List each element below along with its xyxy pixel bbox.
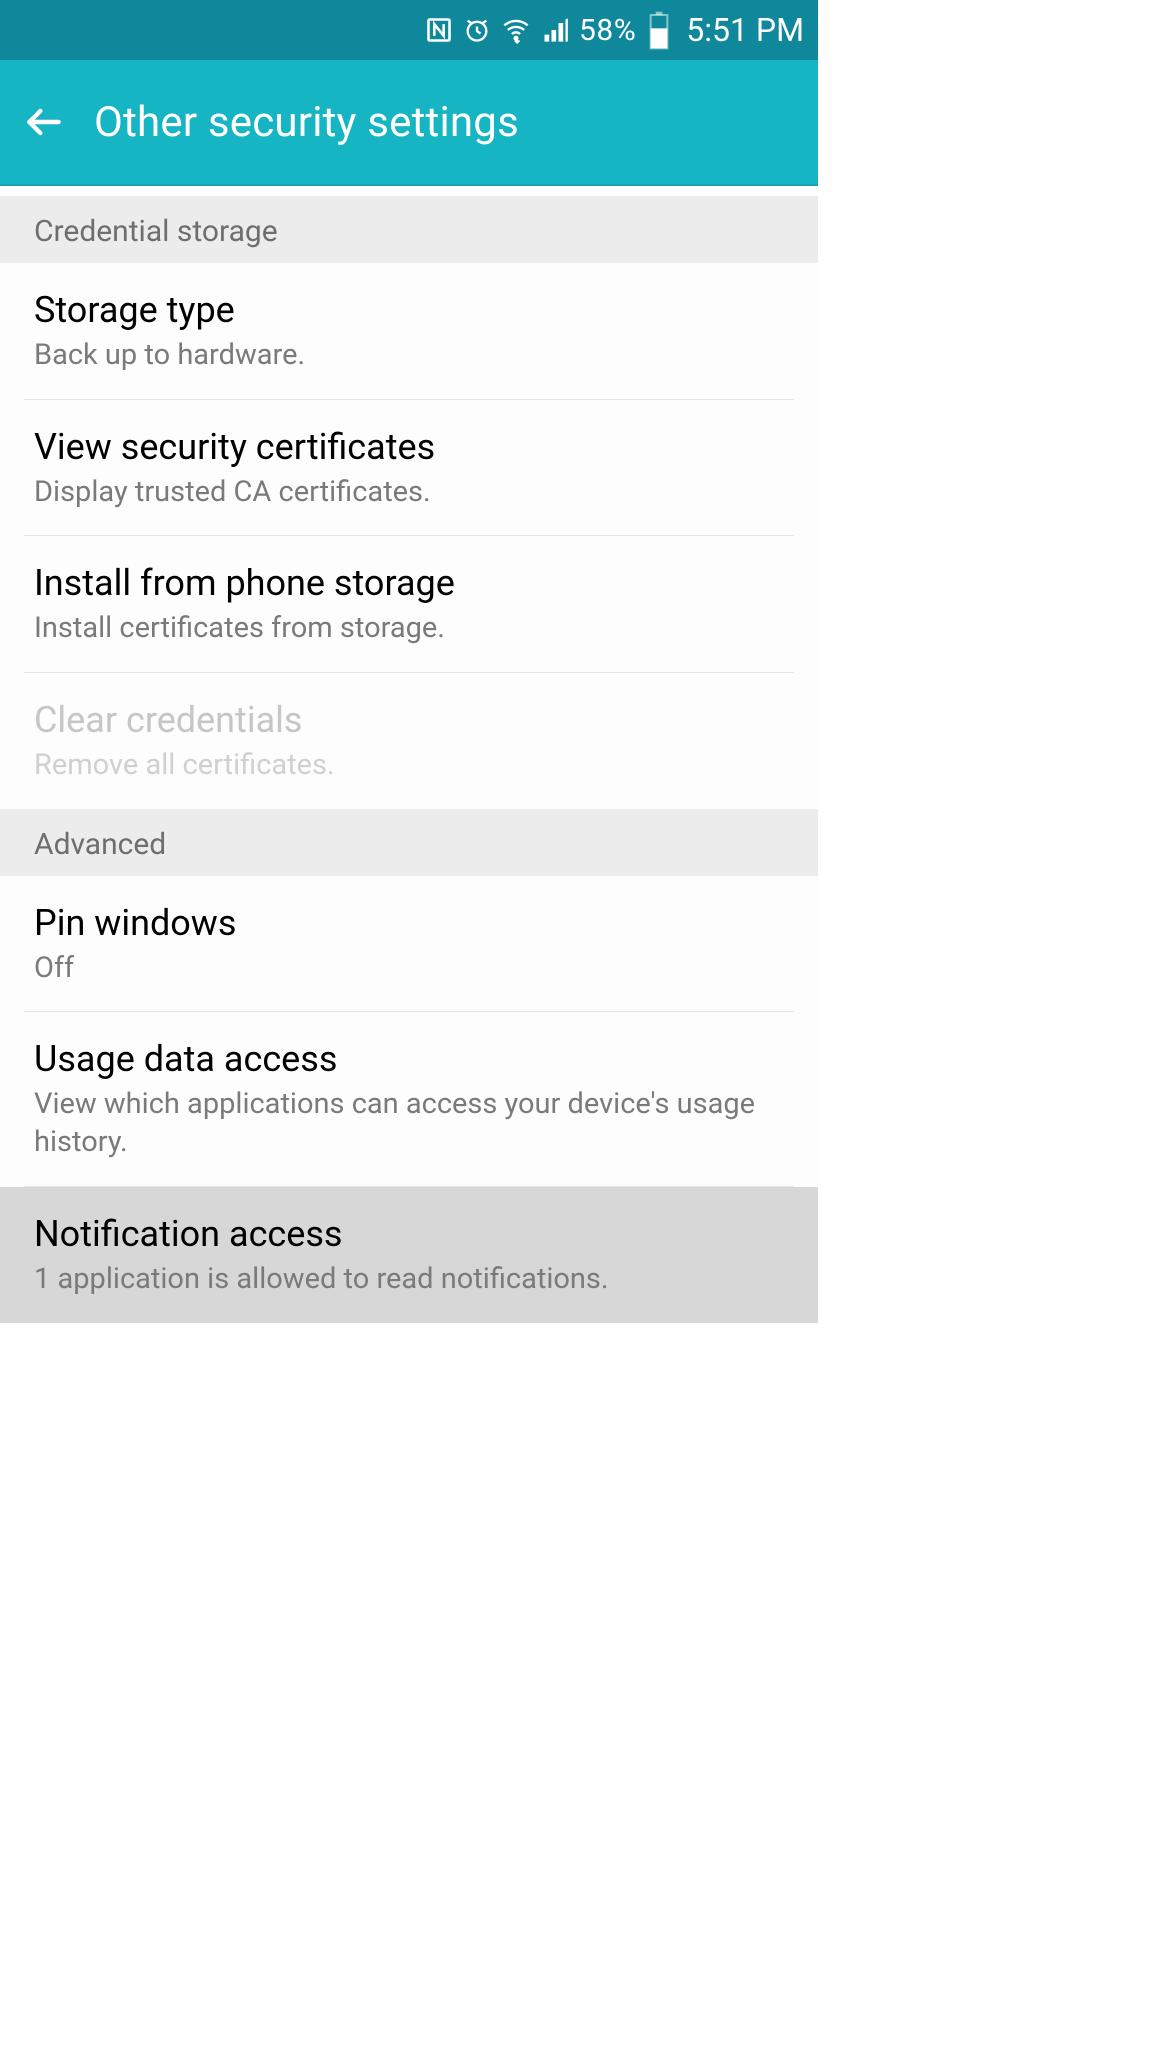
nfc-icon [425,16,453,44]
section-header-credential-storage: Credential storage [0,196,818,263]
item-subtitle: 1 application is allowed to read notific… [34,1261,784,1299]
item-subtitle: Remove all certificates. [34,747,784,785]
android-status-bar: 58% 5:51 PM [0,0,818,60]
item-subtitle: Install certificates from storage. [34,610,784,648]
alarm-icon [463,16,491,44]
signal-icon [541,16,569,44]
battery-icon [646,10,672,50]
item-notification-access[interactable]: Notification access 1 application is all… [0,1187,818,1323]
spacer [0,186,818,196]
item-title: View security certificates [34,426,784,468]
item-title: Storage type [34,289,784,331]
wifi-icon [501,16,531,44]
item-title: Pin windows [34,902,784,944]
item-storage-type[interactable]: Storage type Back up to hardware. [0,263,818,399]
item-view-security-certificates[interactable]: View security certificates Display trust… [0,400,818,536]
item-title: Notification access [34,1213,784,1255]
item-subtitle: Off [34,950,784,988]
item-title: Install from phone storage [34,562,784,604]
item-clear-credentials: Clear credentials Remove all certificate… [0,673,818,809]
section-header-advanced: Advanced [0,809,818,876]
page-title: Other security settings [94,98,519,147]
item-pin-windows[interactable]: Pin windows Off [0,876,818,1012]
status-clock: 5:51 PM [686,11,804,49]
screen-root: 58% 5:51 PM Other security settings Cred… [0,0,818,1323]
item-subtitle: View which applications can access your … [34,1086,784,1161]
item-subtitle: Display trusted CA certificates. [34,474,784,512]
item-title: Usage data access [34,1038,784,1080]
item-install-from-phone-storage[interactable]: Install from phone storage Install certi… [0,536,818,672]
item-subtitle: Back up to hardware. [34,337,784,375]
back-button[interactable] [20,98,68,146]
app-bar: Other security settings [0,60,818,186]
item-usage-data-access[interactable]: Usage data access View which application… [0,1012,818,1185]
item-title: Clear credentials [34,699,784,741]
battery-percent: 58% [579,13,636,48]
